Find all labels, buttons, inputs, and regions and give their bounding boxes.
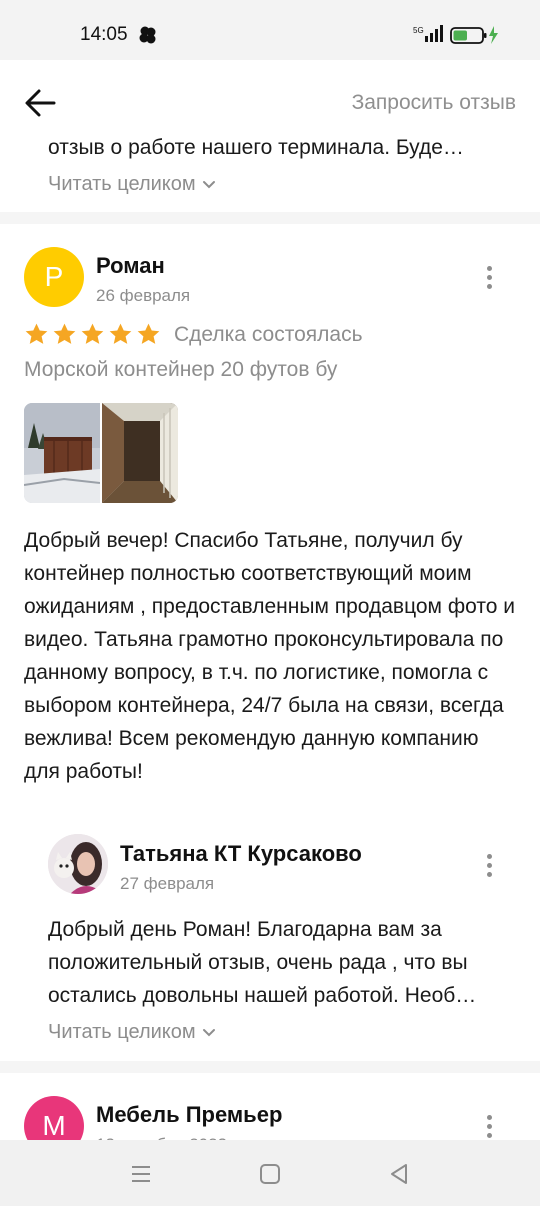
network-type-label: 5G: [413, 26, 424, 35]
status-time: 14:05: [80, 24, 128, 45]
review-date: 26 февраля: [96, 286, 191, 305]
star-icon: [81, 323, 104, 344]
status-bar: 14:05 5G: [0, 0, 540, 60]
previous-review-text: отзыв о работе нашего терминала. Буде…: [48, 136, 464, 159]
read-more-label: Читать целиком: [48, 173, 196, 195]
reply-text-line: остались довольны нашей работой. Необ…: [48, 984, 477, 1007]
review-photo-container-outside[interactable]: [24, 403, 100, 503]
reply-author-name[interactable]: Татьяна КТ Курсаково: [120, 841, 362, 867]
more-options-icon[interactable]: [477, 262, 501, 292]
review-author-name[interactable]: Роман: [96, 253, 165, 279]
system-nav-bar: [0, 1140, 540, 1206]
chevron-down-icon: [202, 1028, 215, 1036]
reply-date: 27 февраля: [120, 874, 215, 893]
star-icon: [25, 323, 48, 344]
divider: [0, 1061, 540, 1073]
avatar-initial: Р: [44, 261, 64, 292]
menu-icon[interactable]: [129, 1162, 153, 1186]
star-icon: [53, 323, 76, 344]
battery-icon: [450, 26, 498, 44]
read-more-button[interactable]: Читать целиком: [48, 173, 216, 196]
reply-text: Добрый день Роман! Благодарна вам за пол…: [48, 913, 518, 1012]
header: Запросить отзыв: [0, 60, 540, 144]
request-review-button[interactable]: Запросить отзыв: [352, 91, 516, 115]
avatar-initial: М: [42, 1110, 66, 1141]
avatar[interactable]: Р: [24, 247, 84, 307]
back-arrow-icon[interactable]: [22, 86, 60, 120]
review-photo-container-inside[interactable]: [102, 403, 178, 503]
next-review-author-name[interactable]: Мебель Премьер: [96, 1102, 282, 1128]
app-notification-icon: [139, 26, 156, 44]
deal-status: Сделка состоялась: [174, 323, 363, 346]
reply-more-options-icon[interactable]: [477, 850, 501, 880]
read-more-label: Читать целиком: [48, 1021, 196, 1043]
home-icon[interactable]: [258, 1162, 282, 1186]
divider: [0, 212, 540, 224]
review-text: Добрый вечер! Спасибо Татьяне, получил б…: [24, 529, 515, 783]
next-review-more-options-icon[interactable]: [477, 1111, 501, 1141]
product-name[interactable]: Морской контейнер 20 футов бу: [24, 358, 337, 382]
reply-read-more-button[interactable]: Читать целиком: [48, 1021, 216, 1044]
chevron-down-icon: [202, 180, 215, 188]
reply-avatar[interactable]: [48, 834, 108, 894]
back-triangle-icon[interactable]: [387, 1162, 411, 1186]
rating-stars: [24, 322, 161, 347]
signal-icon: 5G: [413, 25, 443, 42]
reply-text-line: Добрый день Роман! Благодарна вам за: [48, 918, 442, 941]
star-icon: [137, 323, 160, 344]
reply-text-line: положительный отзыв, очень рада , что вы: [48, 951, 468, 974]
star-icon: [109, 323, 132, 344]
